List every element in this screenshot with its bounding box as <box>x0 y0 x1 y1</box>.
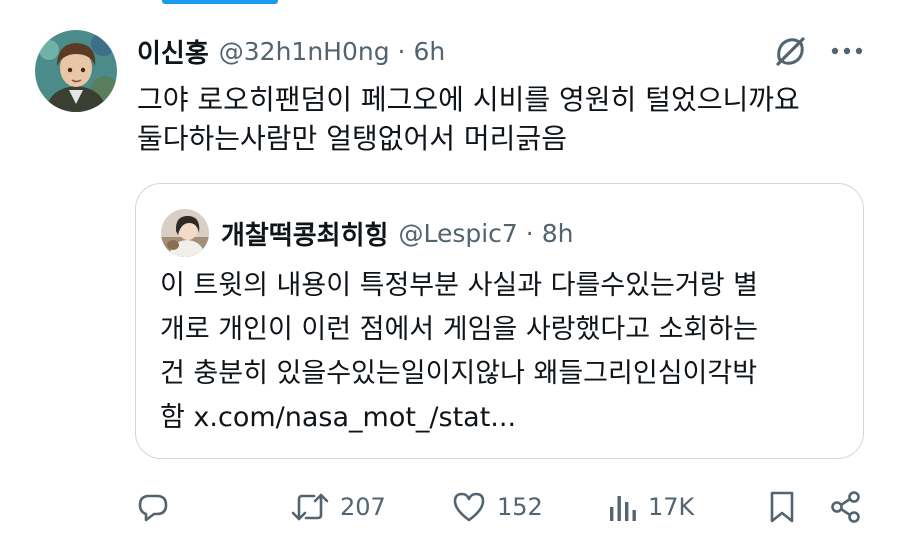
tweet-text: 그야 로오히팬덤이 페그오에 시비를 영원히 털었으니까요 둘다하는사람만 얼탱… <box>137 80 857 158</box>
grok-icon[interactable] <box>772 33 808 69</box>
tweet-action-bar: 207 152 17K <box>0 482 900 532</box>
heart-icon <box>453 492 485 522</box>
author-handle[interactable]: @32h1nH0ng <box>219 37 390 66</box>
quoted-tweet-card[interactable]: 개찰떡콩최히힝 @Lespic7 · 8h 이 트윗의 내용이 특정부분 사실과… <box>135 183 864 459</box>
bookmark-button[interactable] <box>767 482 797 532</box>
reply-button[interactable] <box>136 482 180 532</box>
quoted-author-display-name[interactable]: 개찰떡콩최히힝 <box>221 215 388 252</box>
bookmark-icon <box>770 491 794 523</box>
quoted-text-line: 건 충분히 있을수있는일이지않나 왜들그리인심이각박 <box>160 358 758 389</box>
tweet-time[interactable]: 6h <box>413 37 445 66</box>
tweet-header: 이신홍 @32h1nH0ng · 6h <box>137 33 445 70</box>
quoted-author-handle[interactable]: @Lespic7 <box>398 219 517 248</box>
more-dots-icon[interactable] <box>830 40 864 62</box>
top-tab-indicator-bar <box>0 0 900 10</box>
view-count: 17K <box>648 493 695 521</box>
like-button[interactable]: 152 <box>451 482 543 532</box>
quoted-author-avatar[interactable] <box>161 209 209 257</box>
quoted-tweet-time[interactable]: 8h <box>542 219 574 248</box>
reply-bubble-icon <box>138 494 168 522</box>
retweet-button[interactable]: 207 <box>290 482 386 532</box>
avatar[interactable] <box>35 30 117 112</box>
quoted-tweet-header: 개찰떡콩최히힝 @Lespic7 · 8h <box>221 214 573 252</box>
quoted-tweet-text: 이 트윗의 내용이 특정부분 사실과 다를수있는거랑 별 개로 개인이 이런 점… <box>160 264 850 440</box>
retweet-arrows-icon <box>291 493 329 521</box>
author-handle-time: @32h1nH0ng · 6h <box>219 37 445 66</box>
quoted-text-line: 이 트윗의 내용이 특정부분 사실과 다를수있는거랑 별 <box>160 270 758 301</box>
tweet-text-line: 둘다하는사람만 얼탱없어서 머리긁음 <box>137 122 567 155</box>
author-display-name[interactable]: 이신홍 <box>137 33 209 70</box>
retweet-count: 207 <box>340 493 386 521</box>
share-icon <box>831 491 860 523</box>
active-tab-indicator <box>162 0 278 4</box>
bar-chart-icon <box>610 496 636 521</box>
quoted-handle-time: @Lespic7 · 8h <box>398 219 573 248</box>
tweet-text-line: 그야 로오히팬덤이 페그오에 시비를 영원히 털었으니까요 <box>137 83 800 116</box>
views-button[interactable]: 17K <box>608 482 694 532</box>
like-count: 152 <box>497 493 543 521</box>
separator-dot: · <box>525 218 534 248</box>
share-button[interactable] <box>829 482 863 532</box>
separator-dot: · <box>397 36 406 66</box>
quoted-text-line: 함 x.com/nasa_mot_/stat... <box>160 402 517 433</box>
quoted-text-line: 개로 개인이 이런 점에서 게임을 사랑했다고 소회하는 <box>160 314 758 345</box>
